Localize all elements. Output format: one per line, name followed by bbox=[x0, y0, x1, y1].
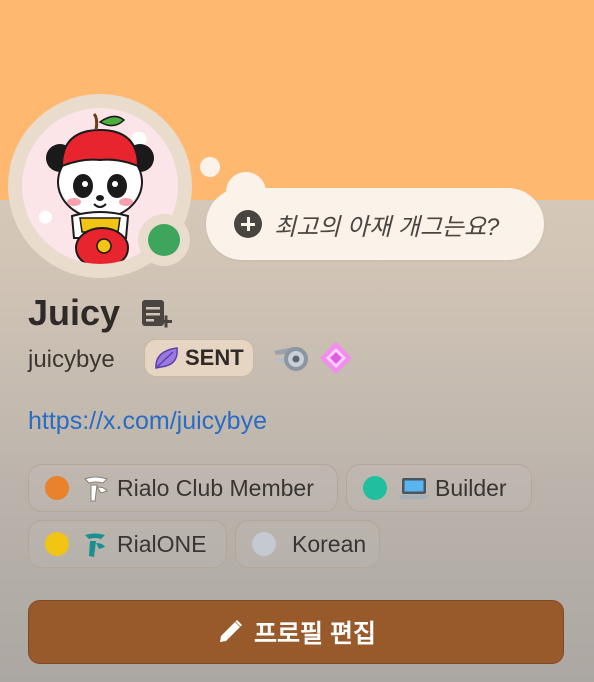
display-name: Juicy bbox=[28, 292, 121, 333]
role-chip-rialone[interactable]: RialONE bbox=[28, 520, 227, 568]
social-link[interactable]: https://x.com/juicybye bbox=[28, 407, 267, 436]
avatar[interactable] bbox=[8, 94, 192, 278]
server-tag-text: SENT bbox=[185, 345, 244, 370]
edit-profile-button[interactable]: 프로필 편집 bbox=[28, 600, 564, 664]
rialone-logo-icon bbox=[79, 529, 113, 559]
server-tag[interactable]: SENT bbox=[144, 339, 254, 377]
add-note-icon[interactable] bbox=[140, 298, 172, 330]
pencil-icon bbox=[216, 618, 244, 646]
role-color-dot bbox=[45, 476, 69, 500]
custom-status-text: 최고의 아재 개그는요? bbox=[274, 213, 500, 241]
role-color-dot bbox=[252, 532, 276, 556]
username: juicybye bbox=[28, 346, 115, 373]
laptop-icon bbox=[397, 473, 431, 503]
role-label: Rialo Club Member bbox=[117, 474, 314, 501]
role-label: Korean bbox=[292, 530, 367, 557]
role-color-dot bbox=[363, 476, 387, 500]
thought-bubble-dot-small bbox=[200, 157, 220, 177]
turbo-speed-badge-icon[interactable] bbox=[272, 341, 310, 375]
leaf-icon bbox=[153, 345, 181, 371]
custom-status-bubble[interactable]: 최고의 아재 개그는요? bbox=[206, 188, 544, 260]
role-label: Builder bbox=[435, 474, 507, 501]
role-chip-builder[interactable]: Builder bbox=[346, 464, 532, 512]
role-label: RialONE bbox=[117, 530, 207, 557]
plus-circle-icon bbox=[234, 210, 262, 238]
role-chip-korean[interactable]: Korean bbox=[235, 520, 380, 568]
status-indicator bbox=[138, 214, 190, 266]
role-color-dot bbox=[45, 532, 69, 556]
pink-diamond-badge-icon[interactable] bbox=[318, 340, 354, 376]
online-status-icon bbox=[148, 224, 180, 256]
edit-profile-label: 프로필 편집 bbox=[254, 620, 376, 648]
rialo-logo-icon bbox=[79, 473, 113, 503]
role-chip-rialo-club-member[interactable]: Rialo Club Member bbox=[28, 464, 338, 512]
